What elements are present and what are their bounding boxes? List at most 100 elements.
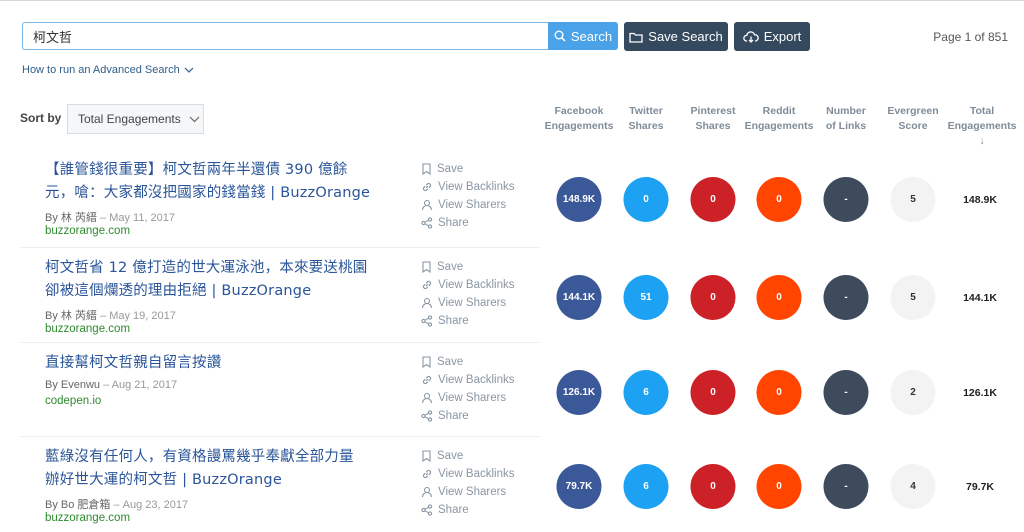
total-engagements-value: 148.9K [963, 194, 997, 206]
view-backlinks-action[interactable]: View Backlinks [421, 181, 515, 193]
search-button[interactable]: Search [548, 22, 618, 50]
sort-label: Sort by [20, 111, 62, 125]
total-engagements-value: 126.1K [963, 387, 997, 399]
save-action-label: Save [437, 356, 464, 368]
column-header-reddit[interactable]: Reddit Engagements [741, 104, 817, 134]
view-sharers-label: View Sharers [438, 199, 507, 211]
bookmark-icon [421, 261, 432, 273]
search-icon [554, 30, 566, 42]
pinterest-shares-badge: 0 [690, 275, 736, 320]
view-backlinks-label: View Backlinks [438, 279, 515, 291]
bookmark-icon [421, 163, 432, 175]
cloud-download-icon [742, 30, 759, 43]
row-divider [20, 436, 540, 437]
number-of-links-badge: - [823, 275, 869, 320]
byline-separator: – [96, 310, 110, 322]
twitter-shares-badge: 6 [623, 370, 669, 415]
save-action[interactable]: Save [421, 356, 463, 368]
article-title-line: 元，嗆：大家都沒把國家的錢當錢 | BuzzOrange [45, 185, 371, 201]
save-search-button[interactable]: Save Search [624, 22, 728, 51]
reddit-engagements-badge: 0 [756, 370, 802, 415]
view-backlinks-label: View Backlinks [438, 468, 515, 480]
save-action[interactable]: Save [421, 450, 463, 462]
page-counter: Page 1 of 851 [933, 30, 1008, 44]
facebook-engagements-badge: 148.9K [556, 177, 602, 222]
column-header-pinterest[interactable]: Pinterest Shares [675, 104, 751, 134]
view-backlinks-action[interactable]: View Backlinks [421, 468, 515, 480]
number-of-links-badge: - [823, 177, 869, 222]
user-icon [421, 199, 433, 211]
share-action[interactable]: Share [421, 504, 469, 516]
pinterest-shares-badge: 0 [690, 370, 736, 415]
chevron-down-icon [189, 116, 200, 123]
view-sharers-action[interactable]: View Sharers [421, 486, 506, 498]
facebook-engagements-badge: 126.1K [556, 370, 602, 415]
column-header-evergreen[interactable]: Evergreen Score [875, 104, 951, 134]
share-icon [421, 315, 433, 327]
share-action[interactable]: Share [421, 217, 469, 229]
twitter-shares-badge: 6 [623, 464, 669, 509]
chevron-down-icon [184, 67, 194, 73]
total-engagements-value: 79.7K [965, 481, 995, 493]
view-backlinks-action[interactable]: View Backlinks [421, 374, 515, 386]
share-action[interactable]: Share [421, 410, 469, 422]
author-name: By Evenwu [45, 379, 101, 391]
save-action[interactable]: Save [421, 261, 463, 273]
share-icon [421, 504, 433, 516]
folder-icon [629, 31, 643, 43]
row-divider [20, 342, 540, 343]
reddit-engagements-badge: 0 [756, 177, 802, 222]
column-header-twitter[interactable]: Twitter Shares [608, 104, 684, 134]
save-action[interactable]: Save [421, 163, 463, 175]
byline-separator: – [100, 379, 112, 391]
advanced-search-link[interactable]: How to run an Advanced Search [22, 64, 194, 76]
article-title-link[interactable]: 藍綠沒有任何人，有資格謾罵幾乎奉獻全部力量 辦好世大運的柯文哲 | BuzzOra… [45, 446, 395, 492]
total-engagements-value: 144.1K [963, 292, 997, 304]
article-title-link[interactable]: 直接幫柯文哲親自留言按讚 [45, 352, 395, 375]
export-button[interactable]: Export [734, 22, 810, 51]
article-domain-link[interactable]: buzzorange.com [45, 512, 130, 524]
publish-date: May 11, 2017 [109, 212, 176, 224]
facebook-engagements-badge: 144.1K [556, 275, 602, 320]
view-sharers-action[interactable]: View Sharers [421, 392, 506, 404]
view-sharers-action[interactable]: View Sharers [421, 297, 506, 309]
article-title-link[interactable]: 【誰管錢很重要】柯文哲兩年半還債 390 億餘元，嗆：大家都沒把國家的錢當錢 |… [45, 159, 395, 205]
result-row: 直接幫柯文哲親自留言按讚 By Evenwu – Aug 21, 2017 co… [0, 348, 1024, 438]
twitter-shares-badge: 0 [623, 177, 669, 222]
article-title-link[interactable]: 柯文哲省 12 億打造的世大運泳池，本來要送桃園 卻被這個爛透的理由拒絕 | Bu… [45, 257, 395, 303]
share-action-label: Share [438, 410, 469, 422]
link-icon [421, 279, 433, 291]
article-domain-link[interactable]: codepen.io [45, 395, 101, 407]
article-domain-link[interactable]: buzzorange.com [45, 323, 130, 335]
result-row: 柯文哲省 12 億打造的世大運泳池，本來要送桃園 卻被這個爛透的理由拒絕 | Bu… [0, 253, 1024, 343]
result-row: 藍綠沒有任何人，有資格謾罵幾乎奉獻全部力量 辦好世大運的柯文哲 | BuzzOra… [0, 442, 1024, 532]
article-title-line: 藍綠沒有任何人，有資格謾罵幾乎奉獻全部力量 [45, 449, 354, 465]
facebook-engagements-badge: 79.7K [556, 464, 602, 509]
author-name: By 林 芮縉 [45, 310, 97, 322]
column-header-total[interactable]: Total Engagements ↓ [944, 104, 1020, 149]
article-title-line: 【誰管錢很重要】柯文哲兩年半還債 390 億餘 [45, 162, 348, 178]
column-header-links[interactable]: Number of Links [808, 104, 884, 134]
sort-dropdown[interactable]: Total Engagements [67, 104, 204, 134]
share-action-label: Share [438, 315, 469, 327]
column-header-facebook[interactable]: Facebook Engagements [541, 104, 617, 134]
share-icon [421, 410, 433, 422]
author-name: By 林 芮縉 [45, 212, 97, 224]
number-of-links-badge: - [823, 370, 869, 415]
article-byline: By 林 芮縉 – May 11, 2017 [45, 209, 175, 225]
publish-date: Aug 23, 2017 [122, 499, 189, 511]
sort-selected-value: Total Engagements [78, 112, 181, 126]
view-backlinks-action[interactable]: View Backlinks [421, 279, 515, 291]
share-action[interactable]: Share [421, 315, 469, 327]
top-divider [0, 0, 1024, 1]
share-icon [421, 217, 433, 229]
search-input[interactable] [22, 22, 548, 50]
article-title-line: 直接幫柯文哲親自留言按讚 [45, 355, 222, 371]
search-button-label: Search [570, 28, 613, 44]
view-backlinks-label: View Backlinks [438, 374, 515, 386]
article-domain-link[interactable]: buzzorange.com [45, 225, 130, 237]
pinterest-shares-badge: 0 [690, 177, 736, 222]
view-sharers-label: View Sharers [438, 392, 507, 404]
publish-date: May 19, 2017 [109, 310, 176, 322]
view-sharers-action[interactable]: View Sharers [421, 199, 506, 211]
